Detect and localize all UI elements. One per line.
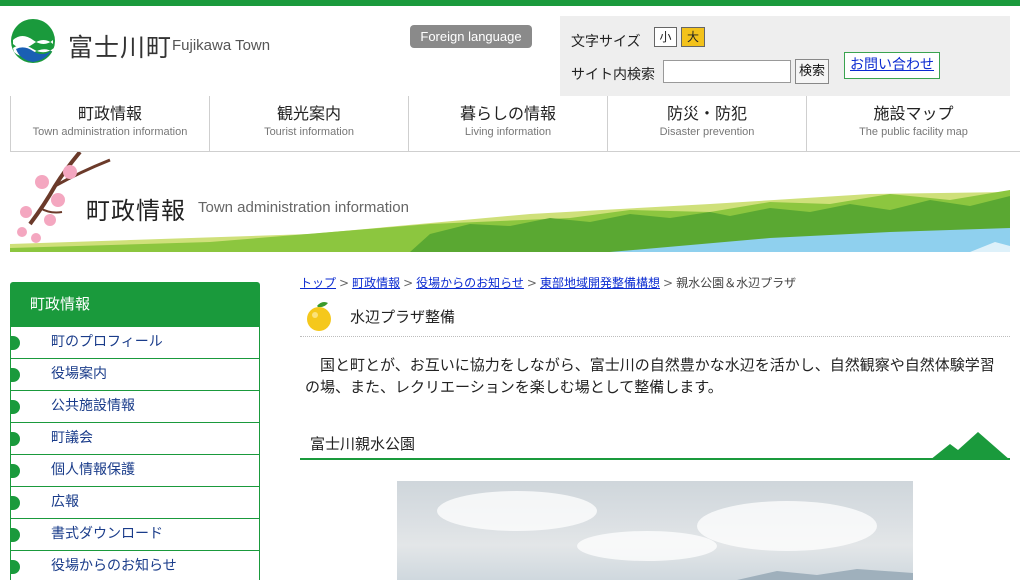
sidebar-item-public-relations[interactable]: 広報 bbox=[10, 487, 259, 519]
nav-item-tourist[interactable]: 観光案内 Tourist information bbox=[209, 96, 408, 152]
sidebar-item-notices[interactable]: 役場からのお知らせ bbox=[10, 551, 259, 580]
sidebar-heading[interactable]: 町政情報 bbox=[10, 282, 260, 327]
bullet-icon bbox=[10, 432, 20, 446]
sidebar-item-label: 町議会 bbox=[51, 430, 93, 446]
breadcrumb-link-administration[interactable]: 町政情報 bbox=[352, 276, 400, 290]
breadcrumb-link-east-plan[interactable]: 東部地域開発整備構想 bbox=[540, 276, 660, 290]
search-button[interactable]: 検索 bbox=[795, 59, 829, 84]
sidebar-item-council[interactable]: 町議会 bbox=[10, 423, 259, 455]
sidebar-menu: 町のプロフィール 役場案内 公共施設情報 町議会 個人情報保護 広報 書式ダウン… bbox=[10, 327, 260, 580]
nav-sublabel: The public facility map bbox=[859, 126, 968, 138]
nav-label: 施設マップ bbox=[873, 104, 954, 123]
font-size-small-button[interactable]: 小 bbox=[654, 27, 677, 47]
sidebar-item-privacy[interactable]: 個人情報保護 bbox=[10, 455, 259, 487]
sidebar-item-form-download[interactable]: 書式ダウンロード bbox=[10, 519, 259, 551]
breadcrumb-current: 親水公園＆水辺プラザ bbox=[676, 276, 797, 290]
nav-label: 観光案内 bbox=[276, 104, 341, 123]
page-title: 水辺プラザ整備 bbox=[350, 308, 456, 326]
banner-subtitle: Town administration information bbox=[198, 199, 409, 216]
section-banner: 町政情報 Town administration information bbox=[10, 152, 1010, 252]
park-photo bbox=[397, 481, 913, 580]
nav-label: 防災・防犯 bbox=[666, 104, 747, 123]
sidebar-item-profile[interactable]: 町のプロフィール bbox=[10, 327, 259, 359]
sidebar-item-office-guide[interactable]: 役場案内 bbox=[10, 359, 259, 391]
site-search-input[interactable] bbox=[663, 60, 791, 83]
sidebar-item-label: 町のプロフィール bbox=[51, 334, 163, 350]
site-title[interactable]: 富士川町 bbox=[68, 28, 172, 64]
nav-item-living[interactable]: 暮らしの情報 Living information bbox=[408, 96, 607, 152]
breadcrumb: トップ > 町政情報 > 役場からのお知らせ > 東部地域開発整備構想 > 親水公園＆水辺プラザ bbox=[300, 274, 796, 291]
bullet-icon bbox=[10, 400, 20, 414]
breadcrumb-separator: > bbox=[403, 276, 414, 290]
nav-sublabel: Town administration information bbox=[32, 126, 188, 138]
banner-title: 町政情報 bbox=[86, 197, 186, 225]
breadcrumb-link-notices[interactable]: 役場からのお知らせ bbox=[416, 276, 524, 290]
page-heading-row: 水辺プラザ整備 bbox=[300, 297, 1010, 337]
breadcrumb-separator: > bbox=[526, 276, 537, 290]
foreign-language-button[interactable]: Foreign language bbox=[410, 25, 532, 48]
sidebar-item-label: 個人情報保護 bbox=[51, 462, 135, 478]
section-heading-row: 富士川親水公園 bbox=[300, 426, 1010, 460]
font-size-large-button[interactable]: 大 bbox=[681, 27, 705, 47]
font-size-label: 文字サイズ bbox=[571, 34, 641, 50]
intro-paragraph: 国と町とが、お互いに協力をしながら、富士川の自然豊かな水辺を活かし、自然観察や自… bbox=[305, 356, 995, 396]
nav-item-disaster-prevention[interactable]: 防災・防犯 Disaster prevention bbox=[607, 96, 806, 152]
bullet-icon bbox=[10, 528, 20, 542]
bullet-icon bbox=[10, 560, 20, 574]
sidebar-item-label: 役場案内 bbox=[51, 366, 107, 382]
nav-label: 暮らしの情報 bbox=[459, 104, 556, 123]
site-search-label: サイト内検索 bbox=[571, 67, 655, 83]
sidebar-item-label: 書式ダウンロード bbox=[51, 526, 163, 542]
contact-link[interactable]: お問い合わせ bbox=[844, 52, 940, 79]
site-title-english: Fujikawa Town bbox=[172, 37, 271, 54]
top-accent-bar bbox=[0, 0, 1020, 6]
nav-sublabel: Living information bbox=[464, 126, 552, 138]
bullet-icon bbox=[10, 368, 20, 382]
sidebar-item-label: 広報 bbox=[51, 494, 79, 510]
section-heading: 富士川親水公園 bbox=[310, 435, 416, 453]
sidebar-item-label: 役場からのお知らせ bbox=[51, 558, 177, 574]
nav-sublabel: Disaster prevention bbox=[659, 126, 755, 138]
town-logo-icon[interactable] bbox=[10, 18, 56, 64]
breadcrumb-separator: > bbox=[339, 276, 350, 290]
bullet-icon bbox=[10, 464, 20, 478]
sidebar-item-label: 公共施設情報 bbox=[51, 398, 135, 414]
nav-sublabel: Tourist information bbox=[264, 126, 354, 138]
yuzu-fruit-icon bbox=[307, 302, 331, 331]
bullet-icon bbox=[10, 496, 20, 510]
utility-panel: 文字サイズ 小 大 サイト内検索 検索 お問い合わせ bbox=[560, 16, 1010, 96]
breadcrumb-separator: > bbox=[663, 276, 674, 290]
sidebar-item-public-facilities[interactable]: 公共施設情報 bbox=[10, 391, 259, 423]
global-nav: 町政情報 Town administration information 観光案… bbox=[10, 96, 1020, 152]
nav-item-facility-map[interactable]: 施設マップ The public facility map bbox=[806, 96, 1020, 152]
mountain-icon bbox=[930, 432, 1010, 460]
nav-label: 町政情報 bbox=[77, 104, 142, 123]
bullet-icon bbox=[10, 336, 20, 350]
nav-item-town-administration[interactable]: 町政情報 Town administration information bbox=[10, 96, 209, 152]
breadcrumb-link-top[interactable]: トップ bbox=[300, 276, 336, 290]
